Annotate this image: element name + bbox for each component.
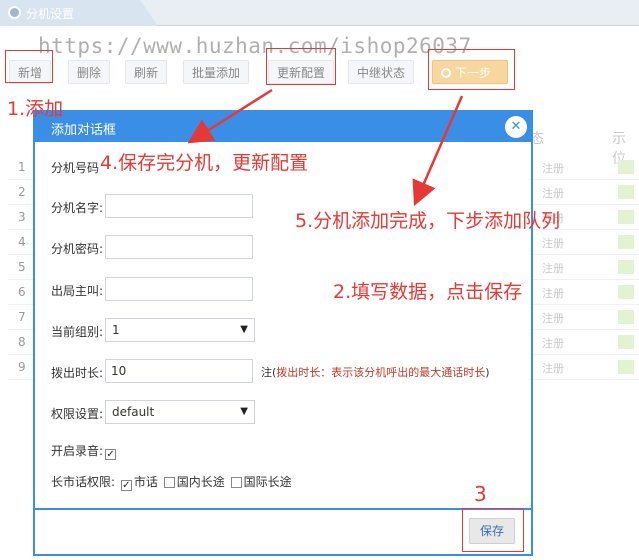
dialog-footer: 保存 (35, 508, 531, 554)
status-indicator (618, 210, 634, 224)
permission-select[interactable]: default ▼ (105, 400, 255, 424)
row-number: 9 (18, 360, 26, 374)
status-indicator (618, 185, 634, 199)
row-status: 注册 (542, 287, 564, 300)
annotation-step-3: 3 (474, 482, 487, 506)
trunk-status-button[interactable]: 中继状态 (348, 60, 415, 84)
group-label: 当前组别: (51, 325, 104, 339)
add-dialog: 添加对话框 ✕ 分机号码 分机名字: 分机密码: 出局主叫: 当前组别: 1 ▼… (33, 110, 533, 556)
status-indicator (618, 260, 634, 274)
group-select-value: 1 (112, 323, 120, 337)
row-number: 2 (18, 185, 26, 199)
annotation-step-5: 5.分机添加完成，下步添加队列 (295, 210, 561, 232)
row-number: 8 (18, 335, 26, 349)
long-distance-label: 长市话权限: (51, 475, 116, 489)
international-call-label: 国际长途 (243, 475, 292, 489)
tab-label: 分机设置 (26, 7, 75, 21)
status-indicator (618, 160, 634, 174)
ext-name-label: 分机名字: (51, 201, 104, 215)
local-call-checkbox[interactable]: ✓ (120, 480, 132, 491)
long-distance-row: 长市话权限: ✓ 市话 国内长途 国际长途 (51, 473, 292, 491)
dialog-header: 添加对话框 ✕ (35, 112, 531, 142)
annotation-step-2: 2.填写数据，点击保存 (333, 281, 523, 303)
delete-button[interactable]: 删除 (68, 60, 111, 84)
row-number: 3 (18, 210, 26, 224)
local-call-label: 市话 (133, 475, 158, 489)
row-number: 5 (18, 260, 26, 274)
highlight-add (5, 50, 53, 83)
row-number: 4 (18, 235, 26, 249)
highlight-save (462, 508, 524, 552)
row-status: 注册 (542, 162, 564, 175)
annotation-step-4: 4.保存完分机，更新配置 (100, 152, 309, 174)
recording-row: 开启录音: ✓ (51, 442, 118, 460)
ext-number-label: 分机号码 (51, 161, 100, 175)
ext-password-label: 分机密码: (51, 242, 104, 256)
permission-label: 权限设置: (51, 407, 104, 421)
chevron-down-icon: ▼ (240, 406, 248, 417)
refresh-button[interactable]: 刷新 (125, 60, 168, 84)
annotation-step-1: 1.添加 (7, 98, 64, 120)
domestic-call-label: 国内长途 (176, 475, 225, 489)
batch-add-button[interactable]: 批量添加 (183, 60, 250, 84)
permission-select-value: default (112, 405, 155, 419)
caller-id-label: 出局主叫: (51, 284, 104, 298)
row-status: 注册 (542, 187, 564, 200)
chevron-down-icon: ▼ (240, 324, 248, 335)
ext-name-input[interactable] (105, 194, 253, 218)
status-indicator (618, 235, 634, 249)
dialog-title: 添加对话框 (51, 123, 117, 138)
close-icon[interactable]: ✕ (505, 116, 527, 138)
row-status: 注册 (542, 312, 564, 325)
status-indicator (618, 310, 634, 324)
status-indicator (618, 285, 634, 299)
note-text: 拨出时长：表示该分机呼出的最大通话时长 (276, 366, 486, 379)
dial-timeout-label: 拨出时长: (51, 366, 104, 380)
highlight-next-step (428, 49, 515, 90)
watermark: https://www.huzhan.com/ishop26037 (38, 34, 472, 58)
recording-checkbox[interactable]: ✓ (105, 449, 117, 460)
domestic-call-checkbox[interactable] (163, 477, 175, 488)
row-number: 1 (18, 160, 26, 174)
row-number: 7 (18, 310, 26, 324)
dial-timeout-input[interactable] (105, 359, 253, 383)
row-status: 注册 (542, 237, 564, 250)
highlight-update-config (266, 48, 336, 85)
row-number: 6 (18, 285, 26, 299)
recording-label: 开启录音: (51, 444, 104, 458)
row-status: 注册 (542, 362, 564, 375)
group-select[interactable]: 1 ▼ (105, 318, 255, 342)
status-indicator (618, 360, 634, 374)
tab-bar: 分机设置 (0, 0, 639, 26)
tab-extension-settings[interactable]: 分机设置 (0, 0, 158, 26)
note-suffix: ) (485, 366, 490, 379)
row-status: 注册 (542, 262, 564, 275)
note-prefix: 注( (261, 366, 277, 379)
refresh-icon (8, 6, 21, 19)
ext-password-input[interactable] (105, 235, 253, 259)
dial-timeout-note: 注(拨出时长：表示该分机呼出的最大通话时长) (261, 364, 490, 380)
status-indicator (618, 335, 634, 349)
caller-id-input[interactable] (105, 277, 253, 301)
row-status: 注册 (542, 337, 564, 350)
international-call-checkbox[interactable] (230, 477, 242, 488)
